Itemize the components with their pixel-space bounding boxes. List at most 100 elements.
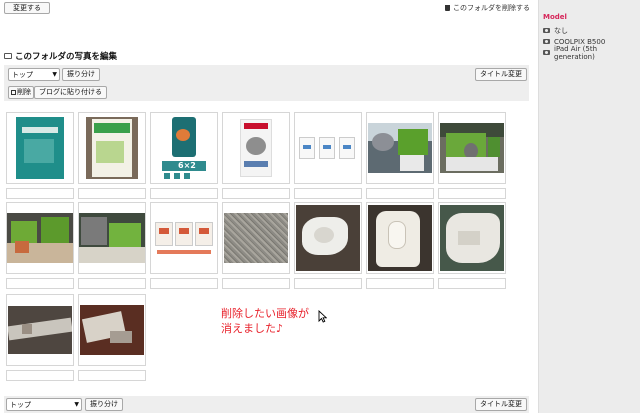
sort-button[interactable]: 振り分け	[62, 68, 100, 81]
annotation-line-1: 削除したい画像が	[221, 307, 309, 320]
photo-cell[interactable]	[294, 202, 362, 289]
photo-thumbnail[interactable]	[78, 202, 146, 274]
photo-thumbnail[interactable]	[438, 112, 506, 184]
grass-packs-photo	[297, 133, 359, 163]
tool-photo	[80, 305, 144, 355]
photo-title-field[interactable]	[366, 278, 434, 289]
cat-food-photo: 6×2	[158, 115, 210, 181]
photo-cell[interactable]	[6, 294, 74, 381]
photo-cell[interactable]	[438, 112, 506, 199]
delete-folder-link[interactable]: このフォルダを削除する	[445, 3, 530, 13]
folder-select-value: トップ	[12, 70, 33, 79]
photo-thumbnail[interactable]: 6×2	[150, 112, 218, 184]
sidebar: Model なし COOLPIX B500 iPad Air (5th gene…	[538, 0, 640, 413]
photo-title-field[interactable]	[222, 188, 290, 199]
photo-title-field[interactable]	[222, 278, 290, 289]
cat-grass-photo	[440, 123, 504, 173]
photo-cell[interactable]	[78, 202, 146, 289]
photo-title-field[interactable]	[294, 188, 362, 199]
delete-folder-label: このフォルダを削除する	[453, 4, 530, 12]
photo-thumbnail[interactable]	[222, 202, 290, 274]
photo-toolbar: トップ ▼ 振り分け タイトル変更 削除 ブログに貼り付ける	[4, 65, 529, 101]
photo-cell[interactable]	[78, 294, 146, 381]
grass-pots-photo	[7, 213, 73, 263]
camera-icon	[543, 28, 550, 33]
cloth-roll-photo	[296, 205, 360, 271]
delete-button[interactable]: 削除	[8, 86, 34, 99]
photo-thumbnail[interactable]	[366, 112, 434, 184]
photo-cell[interactable]	[150, 202, 218, 289]
photo-cell[interactable]: 6×2	[150, 112, 218, 199]
photo-title-field[interactable]	[438, 278, 506, 289]
bottom-toolbar: トップ ▼ 振り分け タイトル変更	[4, 396, 529, 413]
green-book-photo	[86, 117, 138, 179]
model-filter-label: なし	[554, 26, 568, 35]
photo-title-field[interactable]	[6, 278, 74, 289]
photo-thumbnail[interactable]	[6, 202, 74, 274]
cloth-photo	[440, 205, 504, 271]
photo-cell[interactable]	[222, 112, 290, 199]
main-content: 変更する このフォルダを削除する このフォルダの写真を編集 トップ ▼ 振り分け…	[0, 0, 538, 413]
folder-select-value: トップ	[10, 400, 31, 409]
section-title: このフォルダの写真を編集	[4, 50, 117, 62]
granules-photo	[224, 213, 288, 263]
photo-title-field[interactable]	[78, 278, 146, 289]
trash-icon	[445, 5, 450, 11]
folder-select[interactable]: トップ ▼	[6, 398, 82, 411]
photo-thumbnail[interactable]	[438, 202, 506, 274]
royal-canin-photo	[236, 117, 276, 179]
photo-title-field[interactable]	[366, 188, 434, 199]
photo-thumbnail[interactable]	[294, 112, 362, 184]
camera-icon	[543, 39, 550, 44]
photo-title-field[interactable]	[294, 278, 362, 289]
photo-title-field[interactable]	[6, 188, 74, 199]
sort-button[interactable]: 振り分け	[85, 398, 123, 411]
photo-title-field[interactable]	[438, 188, 506, 199]
camera-icon	[543, 50, 550, 55]
paper-roll-photo	[368, 205, 432, 271]
photo-cell[interactable]	[294, 112, 362, 199]
cat-grass-photo	[368, 123, 432, 173]
photo-title-field[interactable]	[78, 188, 146, 199]
cursor-icon	[318, 309, 328, 325]
section-title-text: このフォルダの写真を編集	[15, 52, 118, 62]
photo-thumbnail[interactable]	[6, 112, 74, 184]
grass-pots-photo	[79, 213, 145, 263]
photo-thumbnail[interactable]	[294, 202, 362, 274]
photo-title-field[interactable]	[6, 370, 74, 381]
teal-book-photo	[16, 117, 64, 179]
photo-title-field[interactable]	[78, 370, 146, 381]
photo-title-field[interactable]	[150, 278, 218, 289]
folder-select[interactable]: トップ ▼	[8, 68, 60, 81]
photo-thumbnail[interactable]	[222, 112, 290, 184]
paste-to-blog-button[interactable]: ブログに貼り付ける	[34, 86, 107, 99]
annotation-text: 削除したい画像が 消えました♪	[221, 306, 309, 336]
folder-icon	[4, 53, 12, 59]
tool-photo	[8, 306, 72, 354]
change-button[interactable]: 変更する	[4, 2, 50, 14]
model-filter-item[interactable]: iPad Air (5th generation)	[543, 44, 640, 61]
label-sheets-photo	[153, 216, 215, 260]
photo-thumbnail[interactable]	[78, 112, 146, 184]
photo-cell[interactable]	[438, 202, 506, 289]
rename-title-button[interactable]: タイトル変更	[475, 68, 527, 81]
photo-thumbnail[interactable]	[78, 294, 146, 366]
photo-thumbnail[interactable]	[150, 202, 218, 274]
photo-cell[interactable]	[6, 202, 74, 289]
photo-cell[interactable]	[366, 202, 434, 289]
checkbox-icon	[11, 90, 16, 95]
chevron-down-icon: ▼	[74, 401, 79, 408]
photo-thumbnail[interactable]	[6, 294, 74, 366]
photo-cell[interactable]	[366, 112, 434, 199]
photo-cell[interactable]	[78, 112, 146, 199]
model-filter-label: iPad Air (5th generation)	[554, 44, 598, 61]
photo-cell[interactable]	[222, 202, 290, 289]
photo-thumbnail[interactable]	[366, 202, 434, 274]
chevron-down-icon: ▼	[52, 71, 57, 78]
photo-cell[interactable]	[6, 112, 74, 199]
model-filter-item[interactable]: なし	[543, 25, 640, 36]
rename-title-button[interactable]: タイトル変更	[475, 398, 527, 411]
model-heading: Model	[543, 13, 567, 21]
annotation-line-2: 消えました♪	[221, 322, 284, 335]
photo-title-field[interactable]	[150, 188, 218, 199]
